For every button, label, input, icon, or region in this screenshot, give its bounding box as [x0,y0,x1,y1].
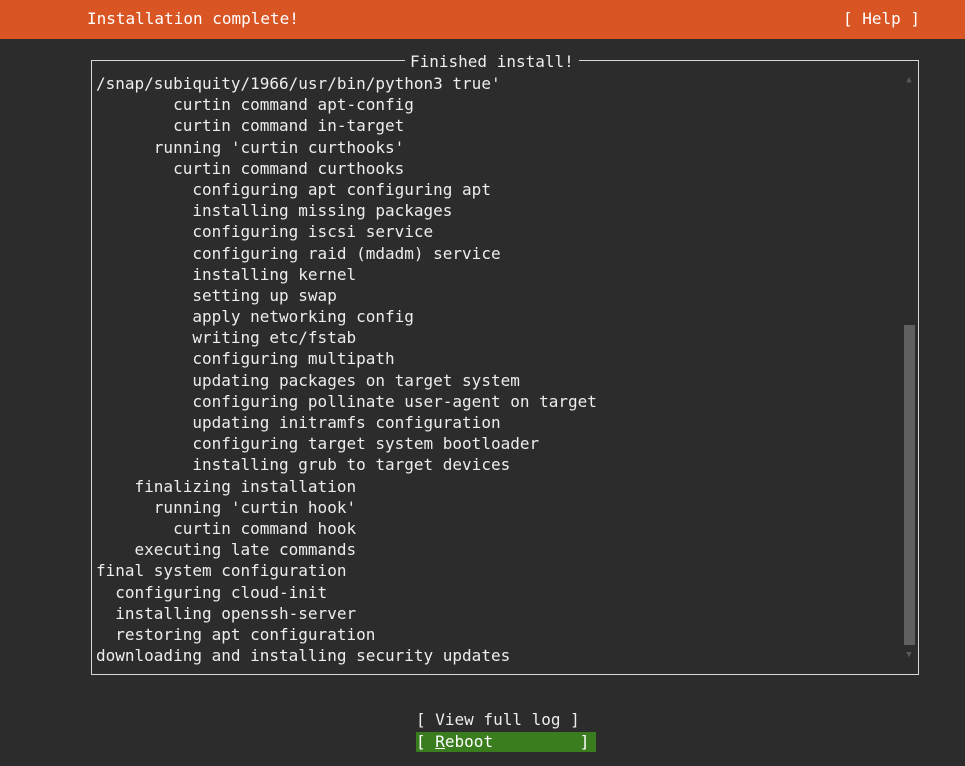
log-line: installing kernel [96,264,357,284]
log-line: final system configuration [96,561,347,581]
log-line: configuring pollinate user-agent on targ… [96,391,597,411]
scroll-up-arrow-icon[interactable]: ▲ [903,75,915,85]
log-line: curtin command apt-config [96,95,414,115]
log-line: configuring multipath [96,349,395,369]
log-line: installing missing packages [96,201,453,221]
log-line: curtin command curthooks [96,158,405,178]
log-line: configuring cloud-init [96,582,328,602]
panel-title: Finished install! [405,52,579,71]
reboot-label-rest: eboot ] [444,732,590,751]
page-title: Installation complete! [87,9,299,28]
log-line: setting up swap [96,285,337,305]
log-line: curtin command hook [96,518,357,538]
log-line: configuring iscsi service [96,222,434,242]
reboot-hotkey: R [435,732,445,751]
log-line: running 'curtin curthooks' [96,137,405,157]
log-line: configuring apt configuring apt [96,179,491,199]
log-line: apply networking config [96,307,414,327]
log-line: installing grub to target devices [96,455,511,475]
install-log: /snap/subiquity/1966/usr/bin/python3 tru… [96,73,896,669]
help-button[interactable]: [ Help ] [843,9,920,28]
log-line: finalizing installation [96,476,357,496]
scroll-down-arrow-icon[interactable]: ▼ [903,650,915,660]
header-bar: Installation complete! [ Help ] [0,0,965,39]
log-line: /snap/subiquity/1966/usr/bin/python3 tru… [96,74,501,93]
reboot-button[interactable]: [ Reboot ] [416,732,596,752]
log-line: curtin command in-target [96,116,405,136]
reboot-bracket: [ [416,732,436,751]
log-line: configuring raid (mdadm) service [96,243,501,263]
log-line: configuring target system bootloader [96,434,540,454]
view-full-log-button[interactable]: [ View full log ] [416,710,596,730]
scrollbar-thumb[interactable] [904,325,915,645]
log-line: writing etc/fstab [96,328,357,348]
log-line: updating packages on target system [96,370,520,390]
log-line: updating initramfs configuration [96,413,501,432]
log-line: installing openssh-server [96,603,357,623]
log-line: restoring apt configuration [96,624,376,644]
log-line: downloading and installing security upda… [96,646,511,666]
log-line: running 'curtin hook' [96,497,357,517]
log-line: executing late commands [96,540,357,560]
